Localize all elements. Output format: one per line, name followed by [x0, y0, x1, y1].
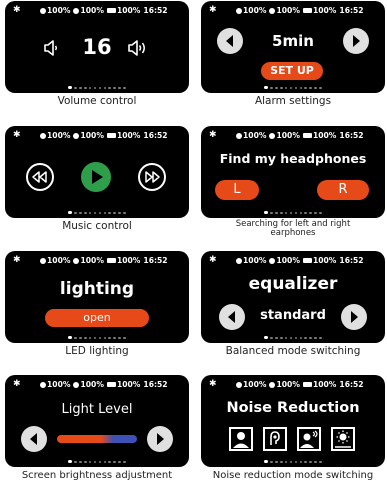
volume-panel: ✱ 100% 100% 100% 16:52 16 Volume control	[5, 1, 189, 107]
battery-icon	[73, 7, 80, 14]
bluetooth-icon: ✱	[209, 255, 217, 265]
caption: Alarm settings	[254, 95, 332, 107]
battery-icon	[269, 381, 276, 388]
battery-icon	[40, 7, 46, 14]
battery-icon	[269, 257, 276, 264]
right-earphone-button[interactable]: R	[317, 180, 369, 200]
caption: Music control	[62, 220, 132, 232]
brightness-slider[interactable]	[57, 435, 137, 443]
page-indicator	[5, 82, 189, 89]
status-bar: ✱ 100% 100% 100% 16:52	[13, 255, 168, 265]
battery-icon	[40, 257, 46, 264]
speaker-high-icon[interactable]	[127, 38, 149, 58]
caption: Balanced mode switching	[225, 345, 361, 357]
status-bar: ✱ 100% 100% 100% 16:52	[209, 130, 364, 140]
person-voice-icon[interactable]	[297, 427, 321, 451]
battery-icon	[302, 258, 312, 263]
volume-value: 16	[82, 35, 112, 59]
caption: Noise reduction mode switching	[212, 470, 374, 481]
find-panel: ✱ 100% 100% 100% 16:52 Find my headphones L…	[201, 126, 385, 238]
brightness-screen: ✱ 100% 100% 100% 16:52 Light Level	[5, 375, 189, 467]
battery-icon	[106, 258, 116, 263]
lighting-screen: ✱ 100% 100% 100% 16:52 lighting open	[5, 251, 189, 343]
find-screen: ✱ 100% 100% 100% 16:52 Find my headphones L…	[201, 126, 385, 218]
battery-icon	[106, 8, 116, 13]
noise-panel: ✱ 100%100%100%16:52 Noise Reduction N	[201, 375, 385, 481]
bluetooth-icon: ✱	[13, 255, 21, 265]
battery-icon	[40, 381, 46, 388]
battery-icon	[236, 381, 242, 388]
caption: Volume control	[57, 95, 137, 107]
volume-screen: ✱ 100% 100% 100% 16:52 16	[5, 1, 189, 93]
battery-icon	[302, 8, 312, 13]
page-indicator	[5, 332, 189, 339]
find-title: Find my headphones	[219, 151, 367, 166]
alarm-screen: ✱ 100% 100% 100% 16:52 5min SET UP	[201, 1, 385, 93]
alarm-panel: ✱ 100% 100% 100% 16:52 5min SET UP Alarm se…	[201, 1, 385, 107]
battery-icon	[106, 382, 116, 387]
bluetooth-icon: ✱	[13, 130, 21, 140]
page-indicator	[201, 332, 385, 339]
battery-icon	[73, 132, 80, 139]
battery-icon	[236, 132, 242, 139]
ear-icon[interactable]	[263, 427, 287, 451]
battery-icon	[40, 132, 46, 139]
sun-icon[interactable]	[331, 427, 355, 451]
battery-icon	[106, 133, 116, 138]
caption: Screen brightness adjustment	[21, 470, 173, 481]
chevron-right-icon[interactable]	[147, 426, 173, 452]
chevron-right-icon[interactable]	[343, 28, 369, 54]
person-icon[interactable]	[229, 427, 253, 451]
page-indicator	[201, 207, 385, 214]
status-bar: ✱ 100% 100% 100% 16:52	[13, 5, 168, 15]
battery-icon	[302, 133, 312, 138]
status-bar: ✱ 100% 100% 100% 16:52	[209, 255, 364, 265]
page-indicator	[201, 82, 385, 89]
status-bar: ✱ 100% 100% 100% 16:52	[209, 5, 364, 15]
status-bar: ✱ 100% 100% 100% 16:52	[209, 379, 364, 389]
battery-icon	[73, 381, 80, 388]
equalizer-panel: ✱ 100% 100% 100% 16:52 equalizer standard B…	[201, 251, 385, 357]
battery-icon	[269, 7, 276, 14]
chevron-right-icon[interactable]	[341, 304, 367, 330]
battery-icon	[236, 7, 242, 14]
battery-icon	[302, 382, 312, 387]
bluetooth-icon: ✱	[13, 5, 21, 15]
equalizer-title: equalizer	[248, 274, 338, 294]
brightness-panel: ✱ 100% 100% 100% 16:52 Light Level Screen b…	[5, 375, 189, 481]
battery-icon	[73, 257, 80, 264]
page-indicator	[201, 456, 385, 463]
music-screen: ✱ 100% 100% 100% 16:52	[5, 126, 189, 218]
left-earphone-button[interactable]: L	[215, 180, 259, 200]
caption: LED lighting	[65, 345, 129, 357]
lighting-title: lighting	[59, 279, 135, 299]
rewind-icon[interactable]	[25, 162, 55, 192]
caption: Searching for left and right earphones	[235, 219, 351, 238]
noise-screen: ✱ 100% 100% 100% 16:52 Noise Reduction	[201, 375, 385, 467]
noise-title: Noise Reduction	[226, 400, 360, 416]
page-indicator	[5, 456, 189, 463]
fast-forward-icon[interactable]	[137, 162, 167, 192]
lighting-panel: ✱ 100% 100% 100% 16:52 lighting open LED li…	[5, 251, 189, 357]
bluetooth-icon: ✱	[209, 5, 217, 15]
status-bar: ✱ 100% 100% 100% 16:52	[13, 130, 168, 140]
set-up-button[interactable]: SET UP	[261, 62, 323, 80]
battery-icon	[269, 132, 276, 139]
equalizer-screen: ✱ 100% 100% 100% 16:52 equalizer standard	[201, 251, 385, 343]
bluetooth-icon: ✱	[209, 379, 217, 389]
play-icon[interactable]	[80, 161, 112, 193]
battery-icon	[236, 257, 242, 264]
bluetooth-icon: ✱	[209, 130, 217, 140]
brightness-title: Light Level	[61, 402, 133, 417]
open-button[interactable]: open	[45, 309, 149, 327]
music-panel: ✱ 100% 100% 100% 16:52 Music control	[5, 126, 189, 232]
status-bar: ✱ 100% 100% 100% 16:52	[13, 379, 168, 389]
chevron-left-icon[interactable]	[21, 426, 47, 452]
page-indicator	[5, 207, 189, 214]
bluetooth-icon: ✱	[13, 379, 21, 389]
